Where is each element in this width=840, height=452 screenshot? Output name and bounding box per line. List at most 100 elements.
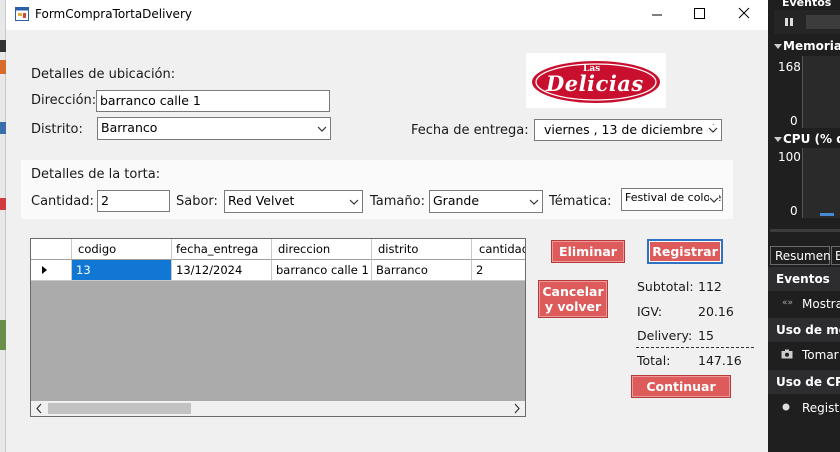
tamano-selected-value: Grande (433, 193, 480, 208)
distrito-selected-value: Barranco (101, 120, 158, 135)
chevron-down-icon (529, 199, 539, 205)
cancelar-volver-button[interactable]: Cancelar y volver (538, 280, 608, 318)
title-bar[interactable]: FormCompraTortaDelivery (6, 0, 768, 30)
eventos-section-header: Eventos (768, 267, 840, 291)
minimize-icon (652, 14, 662, 16)
direccion-input[interactable]: barranco calle 1 (96, 90, 330, 112)
total-label: Total: (637, 353, 671, 368)
panel-splitter (770, 229, 840, 232)
grid-column-header[interactable]: fecha_entrega (172, 239, 272, 260)
uso-memoria-label: Uso de mem (776, 323, 840, 337)
cpu-axis-max: 100 (778, 150, 801, 164)
eliminar-button[interactable]: Eliminar (551, 240, 625, 263)
torta-section-label: Detalles de la torta: (31, 167, 161, 182)
distrito-combobox[interactable]: Barranco (97, 117, 331, 140)
memoria-chart (802, 56, 840, 128)
grid-corner-header (31, 239, 72, 260)
totals-divider (636, 347, 754, 348)
las-delicias-logo: Las Delicias (526, 53, 666, 108)
tab-resumen[interactable]: Resumen (770, 246, 831, 265)
chevron-down-icon (708, 125, 718, 135)
eventos-section-label: Eventos (776, 272, 830, 286)
collapse-triangle-icon[interactable] (774, 135, 782, 143)
grid-column-header[interactable]: codigo (72, 239, 172, 260)
registrar-button[interactable]: Registrar (647, 239, 723, 264)
uso-cpu-label: Uso de CPU (776, 375, 840, 389)
eventos-header: Eventos (782, 0, 832, 9)
tab-eventos[interactable]: E (831, 246, 840, 265)
cancelar-line2: y volver (544, 299, 602, 314)
cpu-label: CPU (% de (783, 132, 840, 146)
window-title: FormCompraTortaDelivery (35, 7, 192, 21)
fecha-entrega-label: Fecha de entrega: (411, 123, 529, 138)
registrar-cpu-link[interactable]: Registra (802, 401, 840, 415)
distrito-label: Distrito: (31, 122, 83, 137)
tamano-label: Tamaño: (370, 194, 425, 209)
diag-toolbar (774, 10, 840, 34)
maximize-icon (694, 8, 705, 19)
uso-memoria-section-header: Uso de mem (768, 318, 840, 342)
timeline-track[interactable] (806, 15, 840, 29)
tamano-combobox[interactable]: Grande (429, 190, 543, 213)
subtotal-label: Subtotal: (637, 279, 694, 294)
grid-column-header[interactable]: distrito (372, 239, 472, 260)
ubicacion-section-label: Detalles de ubicación: (31, 67, 176, 82)
memoria-axis-min: 0 (790, 114, 798, 128)
delivery-label: Delivery: (637, 328, 693, 343)
camera-icon (781, 349, 793, 359)
close-icon (738, 7, 750, 19)
total-value: 147.16 (698, 353, 742, 368)
sabor-combobox[interactable]: Red Velvet (224, 190, 363, 213)
diagnostic-tools-panel: Eventos Memoria d 168 0 CPU (% de 100 0 … (768, 0, 840, 452)
cpu-chart-spike (820, 213, 834, 216)
fecha-entrega-datepicker[interactable]: viernes , 13 de diciembre d (534, 119, 722, 141)
pedidos-datagrid[interactable]: codigo fecha_entrega direccion distrito … (30, 238, 526, 417)
chevron-down-icon (709, 194, 719, 205)
form-app-icon (15, 7, 29, 21)
form-window: FormCompraTortaDelivery Detalles de ubic… (6, 0, 768, 452)
grid-horizontal-scrollbar[interactable] (31, 401, 525, 416)
continuar-button[interactable]: Continuar (631, 375, 731, 398)
igv-label: IGV: (637, 304, 663, 319)
scroll-right-icon[interactable] (509, 401, 525, 416)
collapse-triangle-icon[interactable] (774, 42, 782, 50)
tomar-instantanea-link[interactable]: Tomar i (802, 348, 840, 362)
sabor-selected-value: Red Velvet (228, 193, 295, 208)
tematica-label: Tématica: (549, 194, 612, 209)
grid-column-header[interactable]: cantidad (472, 239, 525, 260)
pause-icon[interactable] (784, 17, 794, 27)
chevron-down-icon (317, 126, 327, 132)
grid-row-header[interactable] (31, 260, 72, 281)
direccion-label: Dirección: (31, 93, 97, 108)
grid-cell-fecha-entrega[interactable]: 13/12/2024 (172, 260, 272, 281)
grid-cell-distrito[interactable]: Barranco (372, 260, 472, 281)
memoria-label: Memoria d (783, 39, 840, 53)
tematica-combobox[interactable]: Festival de colores (621, 188, 723, 211)
scroll-left-icon[interactable] (31, 401, 47, 416)
uso-cpu-section-header: Uso de CPU (768, 370, 840, 394)
delivery-value: 15 (698, 328, 714, 343)
grid-cell-codigo[interactable]: 13 (72, 260, 172, 281)
mostrar-eventos-link[interactable]: Mostra (802, 297, 840, 311)
cantidad-label: Cantidad: (31, 194, 94, 209)
sabor-label: Sabor: (176, 194, 218, 209)
minimize-button[interactable] (634, 0, 680, 30)
cantidad-input[interactable]: 2 (97, 190, 170, 212)
tab-resumen-label: Resumen (775, 249, 831, 263)
grid-column-header[interactable]: direccion (272, 239, 372, 260)
logo-text-main: Delicias (546, 71, 644, 96)
chevron-down-icon (349, 199, 359, 205)
igv-value: 20.16 (698, 304, 734, 319)
eventos-item-icon: «» (782, 298, 794, 308)
close-button[interactable] (722, 0, 768, 30)
grid-cell-direccion[interactable]: barranco calle 1 (272, 260, 372, 281)
record-dot-icon (782, 403, 790, 411)
scroll-thumb[interactable] (48, 403, 191, 414)
subtotal-value: 112 (698, 279, 722, 294)
fecha-entrega-value: viernes , 13 de diciembre d (544, 122, 716, 137)
cancelar-line1: Cancelar (542, 284, 604, 299)
grid-cell-cantidad[interactable]: 2 (472, 260, 525, 281)
maximize-button[interactable] (676, 0, 722, 30)
tab-eventos-label: E (835, 249, 840, 263)
memoria-axis-max: 168 (778, 60, 801, 74)
